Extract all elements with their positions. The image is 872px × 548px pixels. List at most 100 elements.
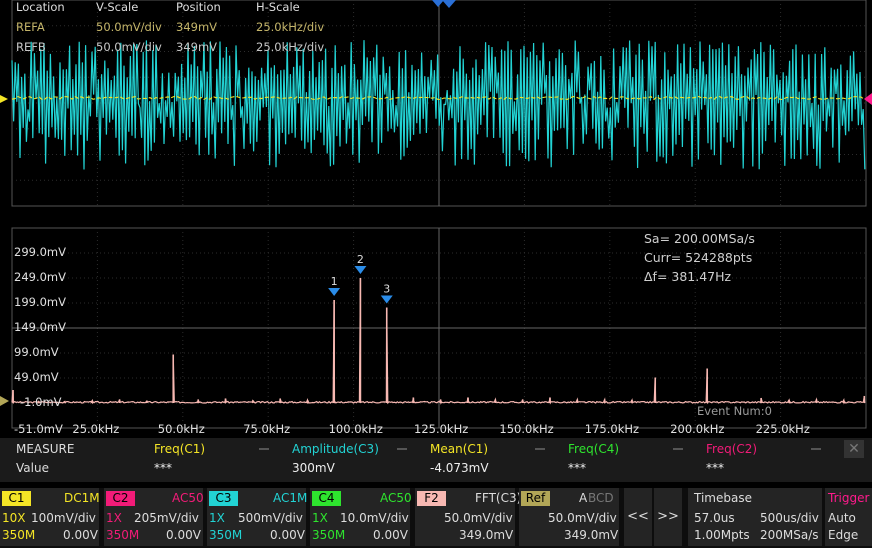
timebase-rate: 200MSa/s [760, 528, 819, 542]
c2-coupling: AC50 [172, 491, 204, 505]
measure-item-dash [535, 448, 545, 450]
c4-bw: 350M [312, 528, 346, 542]
next-page-button[interactable]: >> [654, 488, 682, 546]
refb-hscale: 25.0kHz/div [256, 40, 325, 54]
channel-c4-panel[interactable]: C4 AC50 1X 10.0mV/div 350M 0.00V [310, 488, 412, 546]
measure-item-value: *** [568, 461, 586, 475]
measure-item-value: -4.073mV [430, 461, 489, 475]
refb-position: 349mV [176, 40, 218, 54]
c3-offset: 0.00V [270, 528, 305, 542]
timebase-delay: 57.0us [694, 511, 735, 525]
c2-probe: 1X [106, 511, 122, 525]
fft-y-tick-label: 99.0mV [14, 345, 59, 359]
c4-coupling: AC50 [380, 491, 412, 505]
f2-scale: 50.0mV/div [444, 511, 513, 525]
c1-offset-marker-icon[interactable] [0, 95, 8, 103]
measure-item-label[interactable]: Mean(C1) [430, 442, 488, 456]
sample-rate-text: Sa= 200.00MSa/s [644, 231, 755, 246]
oscilloscope-screen: Location V-Scale Position H-Scale REFA 5… [0, 0, 872, 548]
fft-x-tick-label: 200.0kHz [670, 422, 725, 436]
fft-y-tick-label: 199.0mV [14, 295, 66, 309]
header-hscale: H-Scale [256, 0, 300, 14]
f2-source: FFT(C3) [475, 491, 522, 505]
c3-scale: 500mV/div [238, 511, 303, 525]
channel-c3-panel[interactable]: C3 AC1M 1X 500mV/div 350M 0.00V [207, 488, 308, 546]
reference-info-table: Location V-Scale Position H-Scale REFA 5… [12, 0, 432, 60]
measure-item-label[interactable]: Amplitude(C3) [292, 442, 379, 456]
c1-bw: 350M [2, 528, 36, 542]
refb-name: REFB [16, 40, 46, 54]
ref-tag: Ref [521, 491, 550, 506]
fft-y-tick-label: -51.0mV [14, 422, 63, 436]
refa-vscale: 50.0mV/div [96, 20, 162, 34]
channel-c1-panel[interactable]: C1 DC1M 10X 100mV/div 350M 0.00V [0, 488, 100, 546]
ref-scale: 50.0mV/div [548, 511, 617, 525]
fft-x-tick-label: 175.0kHz [584, 422, 640, 436]
fft-x-tick-label: 75.0kHz [243, 422, 291, 436]
event-num-text: Event Num:0 [697, 404, 772, 418]
measure-item-label[interactable]: Freq(C1) [154, 442, 205, 456]
c1-offset: 0.00V [63, 528, 98, 542]
prev-page-button[interactable]: << [624, 488, 652, 546]
timebase-points: 1.00Mpts [694, 528, 750, 542]
fft-x-tick-label: 125.0kHz [414, 422, 469, 436]
fft-marker-label: 1 [331, 275, 338, 288]
trigger-title: Trigger [828, 491, 870, 505]
timebase-panel[interactable]: Timebase 57.0us 500us/div 1.00Mpts 200MS… [688, 488, 822, 546]
measure-title: MEASURE [16, 442, 75, 456]
measure-item-dash [397, 448, 407, 450]
refb-row: REFB 50.0mV/div 349mV 25.0kHz/div [12, 40, 432, 58]
measure-item-value: 300mV [292, 461, 335, 475]
header-location: Location [16, 0, 65, 14]
c2-tag: C2 [106, 491, 135, 506]
ref-offset: 349.0mV [564, 528, 619, 542]
measure-item-label[interactable]: Freq(C2) [706, 442, 757, 456]
c1-scale: 100mV/div [31, 511, 96, 525]
f2-offset: 349.0mV [459, 528, 514, 542]
trigger-type: Edge [828, 528, 859, 542]
delta-f-text: Δf= 381.47Hz [644, 269, 732, 284]
c1-coupling: DC1M [64, 491, 100, 505]
close-icon[interactable]: ✕ [844, 440, 864, 458]
c3-bw: 350M [209, 528, 243, 542]
c3-probe: 1X [209, 511, 225, 525]
channel-c2-panel[interactable]: C2 AC50 1X 205mV/div 350M 0.00V [104, 488, 204, 546]
fft-y-tick-label: 249.0mV [14, 270, 66, 284]
measure-item-value: *** [154, 461, 172, 475]
fft-x-tick-label: 50.0kHz [157, 422, 205, 436]
current-points-text: Curr= 524288pts [644, 250, 753, 265]
refa-position: 349mV [176, 20, 218, 34]
fft-x-tick-label: 25.0kHz [72, 422, 120, 436]
header-vscale: V-Scale [96, 0, 139, 14]
c2-offset: 0.00V [166, 528, 201, 542]
c1-probe: 10X [2, 511, 26, 525]
fft-offset-marker-icon[interactable] [0, 396, 9, 406]
fft-x-tick-label: 150.0kHz [499, 422, 554, 436]
fft-x-tick-label: 100.0kHz [328, 422, 383, 436]
c4-probe: 1X [312, 511, 328, 525]
c4-scale: 10.0mV/div [340, 511, 409, 525]
fft-x-tick-label: 225.0kHz [755, 422, 810, 436]
math-f2-panel[interactable]: F2 FFT(C3) 50.0mV/div 349.0mV [415, 488, 521, 546]
fft-y-tick-label: -1.0mV [20, 395, 62, 409]
ref-panel[interactable]: Ref A BCD 50.0mV/div 349.0mV [519, 488, 619, 546]
measure-bar: MEASURE Value Freq(C1) *** Amplitude(C3)… [0, 438, 872, 482]
c2-scale: 205mV/div [134, 511, 199, 525]
c2-bw: 350M [106, 528, 140, 542]
trigger-mode: Auto [828, 511, 856, 525]
fft-marker-label: 3 [383, 283, 390, 296]
fft-marker-label: 2 [357, 253, 364, 266]
refa-hscale: 25.0kHz/div [256, 20, 325, 34]
measure-item-dash [811, 448, 821, 450]
measure-item-label[interactable]: Freq(C4) [568, 442, 619, 456]
fft-y-tick-label: 49.0mV [14, 370, 59, 384]
refb-vscale: 50.0mV/div [96, 40, 162, 54]
c3-coupling: AC1M [273, 491, 308, 505]
timebase-title: Timebase [694, 491, 752, 505]
trigger-panel[interactable]: Trigger Auto Edge [825, 488, 872, 546]
refa-name: REFA [16, 20, 45, 34]
timebase-scale: 500us/div [760, 511, 819, 525]
header-position: Position [176, 0, 221, 14]
f2-tag: F2 [417, 491, 446, 506]
fft-info-panel: Sa= 200.00MSa/s Curr= 524288pts Δf= 381.… [644, 229, 755, 286]
